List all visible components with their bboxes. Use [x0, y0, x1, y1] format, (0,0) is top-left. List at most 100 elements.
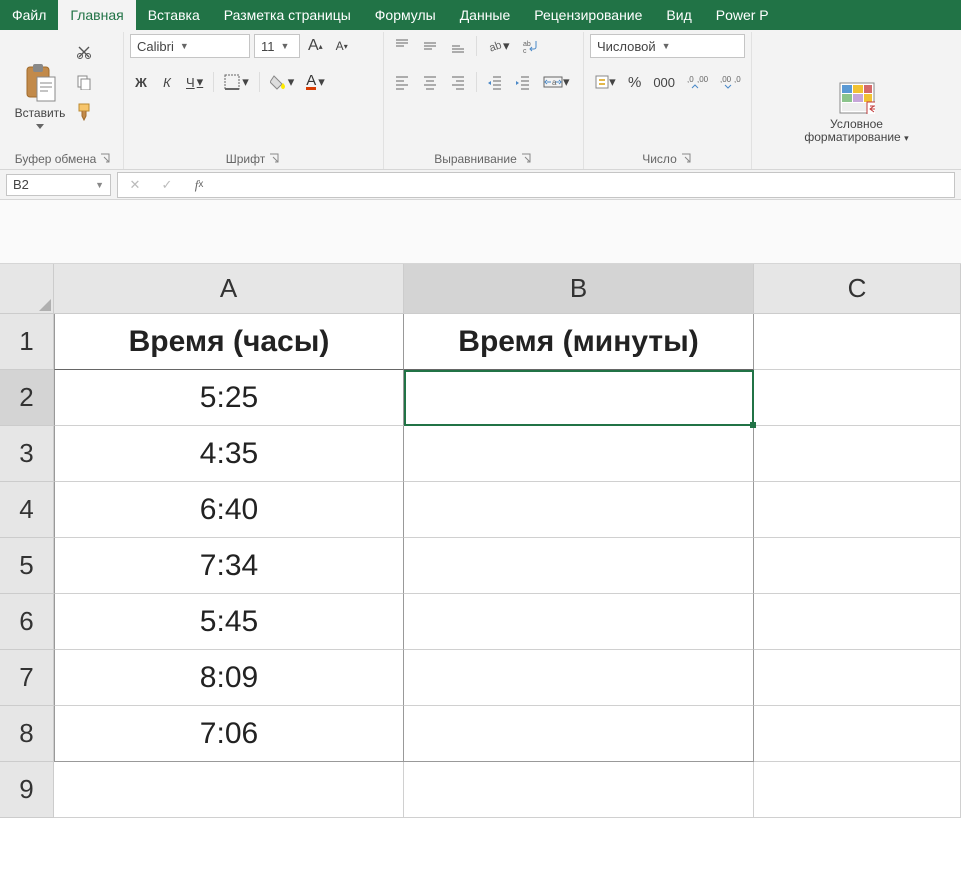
cut-button[interactable] [72, 40, 96, 64]
increase-font-button[interactable]: A▴ [304, 34, 327, 58]
col-header-A[interactable]: A [54, 264, 404, 314]
borders-button[interactable]: ▾ [220, 70, 253, 94]
row-header-8[interactable]: 8 [0, 706, 54, 762]
align-right-button[interactable] [446, 70, 470, 94]
currency-button[interactable]: ▾ [590, 70, 620, 94]
name-box[interactable]: B2 ▼ [6, 174, 111, 196]
format-painter-button[interactable] [72, 100, 96, 124]
row-header-5[interactable]: 5 [0, 538, 54, 594]
tab-formulas[interactable]: Формулы [363, 0, 448, 30]
font-size-select[interactable]: 11▼ [254, 34, 300, 58]
copy-button[interactable] [72, 70, 96, 94]
dialog-launcher-number[interactable] [681, 153, 693, 165]
row-header-2[interactable]: 2 [0, 370, 54, 426]
align-top-button[interactable] [390, 34, 414, 58]
cell-C3[interactable] [754, 426, 961, 482]
row-header-3[interactable]: 3 [0, 426, 54, 482]
cell-C8[interactable] [754, 706, 961, 762]
brush-icon [76, 103, 92, 121]
tab-data[interactable]: Данные [448, 0, 523, 30]
cell-B6[interactable] [404, 594, 754, 650]
tab-home[interactable]: Главная [58, 0, 135, 30]
cell-C2[interactable] [754, 370, 961, 426]
decrease-decimal-button[interactable]: ,00,0 [716, 70, 745, 94]
col-header-C[interactable]: C [754, 264, 961, 314]
row-header-6[interactable]: 6 [0, 594, 54, 650]
cell-C1[interactable] [754, 314, 961, 370]
align-middle-button[interactable] [418, 34, 442, 58]
group-clipboard-label: Буфер обмена [15, 152, 97, 166]
tab-insert[interactable]: Вставка [136, 0, 212, 30]
conditional-formatting-button[interactable]: Условноеформатирование ▾ [797, 34, 917, 144]
cell-C4[interactable] [754, 482, 961, 538]
underline-button[interactable]: Ч▾ [182, 70, 207, 94]
cell-B5[interactable] [404, 538, 754, 594]
tab-file[interactable]: Файл [0, 0, 58, 30]
cell-B3[interactable] [404, 426, 754, 482]
row-header-9[interactable]: 9 [0, 762, 54, 818]
row-header-4[interactable]: 4 [0, 482, 54, 538]
decrease-font-button[interactable]: A▾ [331, 34, 353, 58]
font-name-select[interactable]: Calibri▼ [130, 34, 250, 58]
svg-text:a: a [552, 78, 557, 87]
align-left-button[interactable] [390, 70, 414, 94]
percent-button[interactable]: % [624, 70, 646, 94]
increase-decimal-button[interactable]: ,0,00 [683, 70, 712, 94]
decrease-indent-button[interactable] [483, 70, 507, 94]
cell-A1[interactable]: Время (часы) [54, 314, 404, 370]
cancel-button[interactable]: ✕ [122, 174, 148, 196]
cell-B9[interactable] [404, 762, 754, 818]
select-all-corner[interactable] [0, 264, 54, 314]
svg-text:,0: ,0 [687, 75, 694, 84]
align-bottom-button[interactable] [446, 34, 470, 58]
cell-A5[interactable]: 7:34 [54, 538, 404, 594]
cell-C6[interactable] [754, 594, 961, 650]
paste-button[interactable]: Вставить [10, 34, 70, 130]
cell-B2[interactable] [404, 370, 754, 426]
dialog-launcher-clipboard[interactable] [100, 153, 112, 165]
cell-B8[interactable] [404, 706, 754, 762]
cell-C9[interactable] [754, 762, 961, 818]
tab-review[interactable]: Рецензирование [522, 0, 654, 30]
orientation-button[interactable]: ab▾ [483, 34, 514, 58]
dialog-launcher-alignment[interactable] [521, 153, 533, 165]
cell-B1[interactable]: Время (минуты) [404, 314, 754, 370]
increase-indent-button[interactable] [511, 70, 535, 94]
comma-button[interactable]: 000 [650, 70, 679, 94]
wrap-text-button[interactable]: abc [518, 34, 546, 58]
cell-C7[interactable] [754, 650, 961, 706]
row-header-7[interactable]: 7 [0, 650, 54, 706]
cell-A3[interactable]: 4:35 [54, 426, 404, 482]
ribbon-tabs: Файл Главная Вставка Разметка страницы Ф… [0, 0, 961, 30]
group-font: Calibri▼ 11▼ A▴ A▾ Ж К Ч▾ ▾ ▾ A▾ Шрифт [124, 32, 384, 169]
row-header-1[interactable]: 1 [0, 314, 54, 370]
increase-indent-icon [515, 74, 531, 90]
cell-C5[interactable] [754, 538, 961, 594]
scissors-icon [76, 44, 92, 60]
fx-button[interactable]: fx [186, 174, 212, 196]
cell-A9[interactable] [54, 762, 404, 818]
font-color-button[interactable]: A▾ [302, 70, 329, 94]
tab-powerpivot[interactable]: Power P [704, 0, 781, 30]
formula-bar-input[interactable] [218, 173, 950, 197]
font-name-value: Calibri [137, 39, 174, 54]
font-size-value: 11 [261, 39, 275, 54]
tab-view[interactable]: Вид [654, 0, 703, 30]
col-header-B[interactable]: B [404, 264, 754, 314]
cell-A2[interactable]: 5:25 [54, 370, 404, 426]
cell-A8[interactable]: 7:06 [54, 706, 404, 762]
italic-button[interactable]: К [156, 70, 178, 94]
cell-A4[interactable]: 6:40 [54, 482, 404, 538]
dialog-launcher-font[interactable] [269, 153, 281, 165]
tab-pagelayout[interactable]: Разметка страницы [212, 0, 363, 30]
cell-B4[interactable] [404, 482, 754, 538]
align-center-button[interactable] [418, 70, 442, 94]
cell-A6[interactable]: 5:45 [54, 594, 404, 650]
number-format-select[interactable]: Числовой▼ [590, 34, 745, 58]
cell-A7[interactable]: 8:09 [54, 650, 404, 706]
fill-color-button[interactable]: ▾ [266, 70, 299, 94]
merge-button[interactable]: a▾ [539, 70, 574, 94]
bold-button[interactable]: Ж [130, 70, 152, 94]
enter-button[interactable]: ✓ [154, 174, 180, 196]
cell-B7[interactable] [404, 650, 754, 706]
